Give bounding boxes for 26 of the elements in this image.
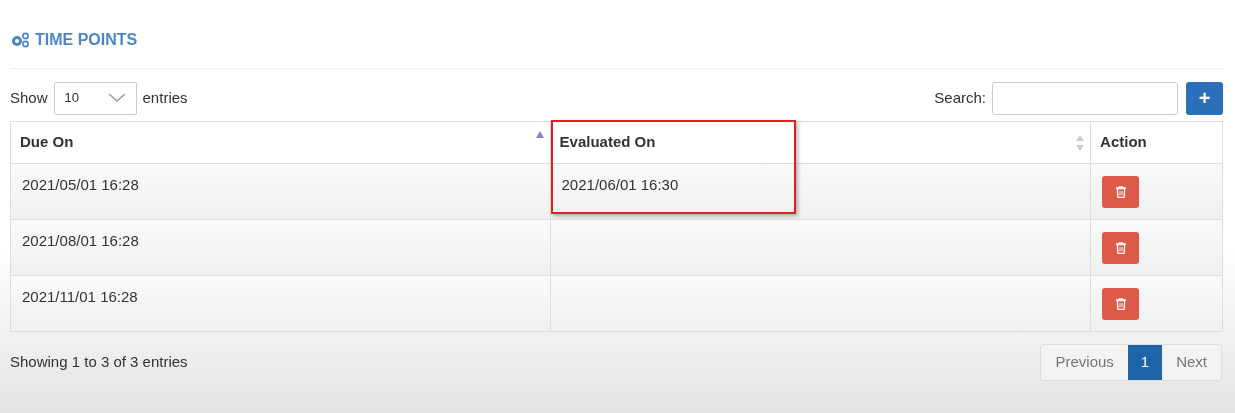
- trash-icon: [1115, 185, 1126, 198]
- trash-icon: [1115, 297, 1126, 310]
- previous-button[interactable]: Previous: [1041, 345, 1128, 380]
- page-button[interactable]: 1: [1127, 345, 1163, 380]
- section-title: TIME POINTS: [35, 30, 138, 50]
- table-info: Showing 1 to 3 of 3 entries: [10, 352, 188, 373]
- entries-select[interactable]: 10: [53, 81, 137, 115]
- column-header[interactable]: Due On: [20, 133, 74, 151]
- show-label: Show: [10, 87, 48, 108]
- column-header[interactable]: Action: [1100, 133, 1147, 151]
- search-label: Search:: [934, 87, 986, 108]
- table-cell: 2021/08/01 16:28: [22, 232, 139, 250]
- trash-icon: [1115, 241, 1126, 254]
- chevron-down-icon: [107, 93, 126, 103]
- delete-button[interactable]: [1102, 231, 1140, 264]
- table-cell: 2021/06/01 16:30: [561, 176, 679, 194]
- delete-button[interactable]: [1102, 287, 1140, 320]
- search-field[interactable]: [992, 81, 1178, 115]
- gears-icon: [10, 32, 30, 48]
- next-button[interactable]: Next: [1162, 345, 1221, 380]
- add-button[interactable]: +: [1186, 81, 1223, 115]
- table-cell: 2021/11/01 16:28: [22, 288, 138, 306]
- entries-label: entries: [142, 87, 188, 108]
- table-cell: 2021/05/01 16:28: [22, 176, 139, 194]
- delete-button[interactable]: [1102, 175, 1140, 208]
- column-header[interactable]: Evaluated On: [559, 133, 656, 151]
